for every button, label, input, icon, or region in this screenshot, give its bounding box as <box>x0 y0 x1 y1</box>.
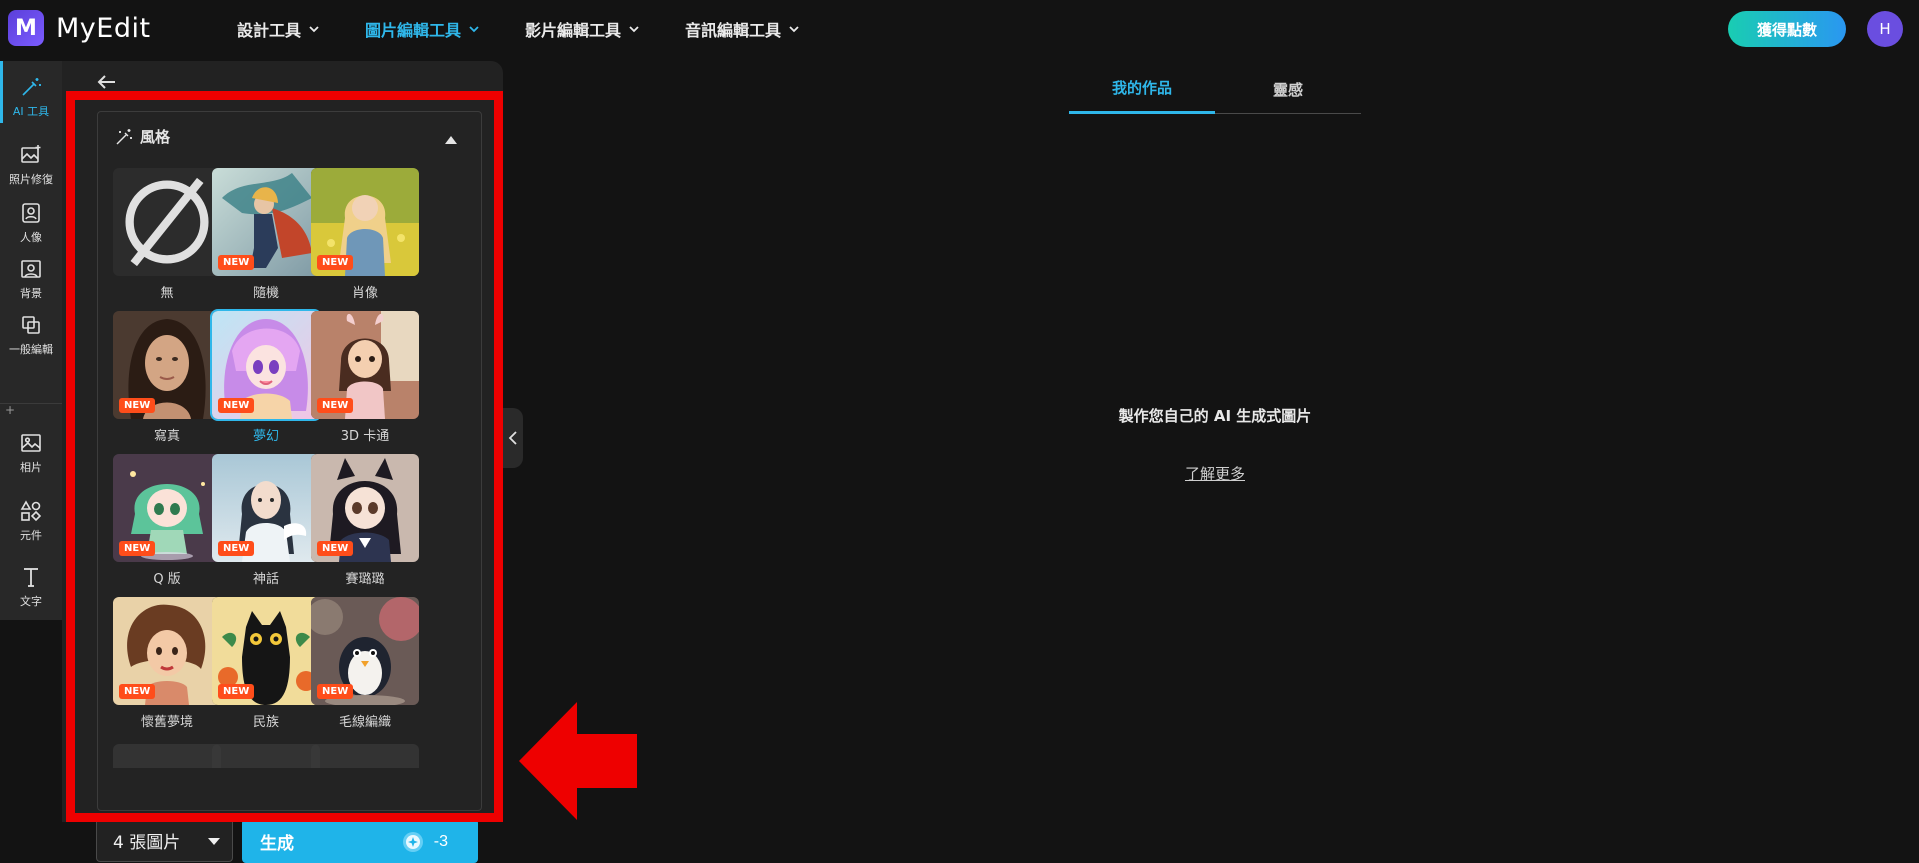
get-points-button[interactable]: 獲得點數 <box>1728 11 1846 47</box>
nav-image-tools[interactable]: 圖片編輯工具 <box>365 17 479 41</box>
chevron-left-icon <box>508 431 517 445</box>
highlight-frame <box>66 91 503 822</box>
layers-icon <box>22 316 40 334</box>
portrait-icon <box>22 203 40 223</box>
nav-audio-tools-label: 音訊編輯工具 <box>685 21 782 40</box>
nav-design-tools-label: 設計工具 <box>237 21 302 40</box>
panel-collapse-handle[interactable] <box>503 408 523 468</box>
chevron-down-icon <box>208 838 220 845</box>
rail-item-label: 人像 <box>20 231 42 244</box>
ai-tool-panel: 風格 無 NEW 隨機 NEW 肖像 NEW 寫真 NEW 夢幻 NEW 3D … <box>62 61 503 863</box>
empty-state-title: 製作您自己的 AI 生成式圖片 <box>1118 407 1312 425</box>
nav-image-tools-label: 圖片編輯工具 <box>365 21 462 40</box>
rail-item-label: 照片修復 <box>9 173 53 186</box>
app-name: MyEdit <box>56 12 151 44</box>
chevron-down-icon <box>469 26 479 33</box>
rail-item-label: 元件 <box>20 529 42 542</box>
generate-button[interactable]: 生成 -3 <box>242 819 478 863</box>
plus-icon: + <box>5 403 16 417</box>
nav-design-tools[interactable]: 設計工具 <box>237 17 319 41</box>
user-avatar[interactable]: H <box>1867 11 1903 47</box>
top-navigation-bar: M MyEdit 設計工具 圖片編輯工具 影片編輯工具 音訊編輯工具 獲得點數 … <box>0 0 1919 58</box>
magic-wand-icon <box>22 78 41 96</box>
rail-item-label: 背景 <box>20 287 42 300</box>
rail-item-text[interactable]: 文字 <box>0 565 62 609</box>
rail-item-portrait[interactable]: 人像 <box>0 201 62 245</box>
image-count-value: 4 張圖片 <box>113 832 181 853</box>
rail-item-ai-tools[interactable]: AI 工具 <box>0 75 62 119</box>
text-icon <box>24 568 38 587</box>
nav-video-tools-label: 影片編輯工具 <box>525 21 622 40</box>
rail-item-label: 文字 <box>20 595 42 608</box>
photo-icon <box>21 434 41 452</box>
rail-item-label: AI 工具 <box>12 105 50 118</box>
nav-video-tools[interactable]: 影片編輯工具 <box>525 17 639 41</box>
highlight-arrow-icon <box>519 702 637 820</box>
logo-mark-icon: M <box>8 10 44 46</box>
nav-audio-tools[interactable]: 音訊編輯工具 <box>685 17 799 41</box>
image-count-select[interactable]: 4 張圖片 <box>96 818 233 862</box>
rail-item-photo-restore[interactable]: 照片修復 <box>0 143 62 187</box>
shapes-icon <box>20 500 42 522</box>
background-icon <box>21 260 41 278</box>
rail-item-label: 相片 <box>20 461 42 474</box>
rail-item-background[interactable]: 背景 <box>0 257 62 301</box>
main-nav: 設計工具 圖片編輯工具 影片編輯工具 音訊編輯工具 <box>237 0 845 58</box>
app-logo[interactable]: M MyEdit <box>8 10 151 46</box>
rail-item-label: 一般編輯 <box>9 343 53 356</box>
rail-item-photo[interactable]: 相片 <box>0 431 62 475</box>
chevron-down-icon <box>309 26 319 33</box>
rail-item-general-edit[interactable]: 一般編輯 <box>0 313 62 357</box>
credit-coin-icon <box>402 832 423 852</box>
learn-more-link[interactable]: 了解更多 <box>1069 463 1361 484</box>
rail-item-elements[interactable]: 元件 <box>0 499 62 543</box>
tool-rail: AI 工具 照片修復 人像 背景 一般編輯 + 相片 元件 文字 <box>0 61 62 620</box>
tab-my-works[interactable]: 我的作品 <box>1069 64 1215 114</box>
generate-label: 生成 <box>260 833 294 853</box>
image-restore-icon <box>21 145 41 163</box>
generate-cost-value: -3 <box>433 833 448 850</box>
generate-cost: -3 <box>402 831 448 853</box>
tab-inspiration[interactable]: 靈感 <box>1215 64 1361 114</box>
chevron-down-icon <box>789 26 799 33</box>
result-tabs: 我的作品 靈感 <box>1069 64 1361 114</box>
chevron-down-icon <box>629 26 639 33</box>
